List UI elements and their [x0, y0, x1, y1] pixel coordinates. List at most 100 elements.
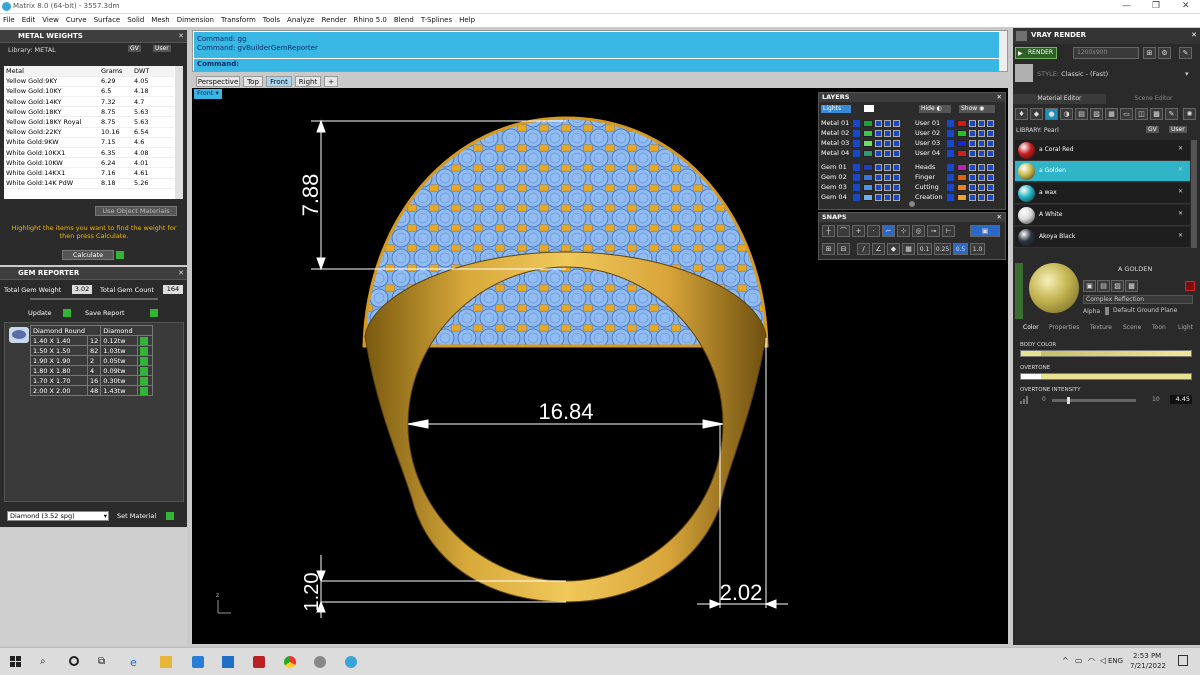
lock-icon[interactable] — [875, 120, 882, 127]
update-go-icon[interactable] — [63, 309, 71, 317]
metal-table-scrollbar[interactable] — [175, 66, 183, 199]
snap-angle-icon[interactable]: ∠ — [872, 243, 885, 255]
material-metal-icon[interactable]: ◑ — [1060, 108, 1073, 120]
tab-scene[interactable]: Scene — [1123, 324, 1141, 331]
user-button[interactable]: User — [153, 45, 171, 52]
material-item[interactable]: a Coral Red ✕ — [1015, 140, 1190, 161]
layer-toggle-icon[interactable] — [893, 184, 900, 191]
material-grid-icon[interactable]: ▦ — [1105, 108, 1118, 120]
layer-select-icon[interactable] — [947, 140, 954, 147]
material-plane-icon[interactable]: ▭ — [1120, 108, 1133, 120]
menu-analyze[interactable]: Analyze — [284, 14, 319, 24]
tab-right[interactable]: Right — [295, 76, 321, 87]
render-save-icon[interactable]: ⊞ — [1143, 47, 1156, 59]
chevron-down-icon[interactable]: ▾ — [1185, 70, 1189, 78]
gem-slider-track[interactable] — [30, 298, 158, 300]
snap-project-icon[interactable]: ⊞ — [822, 243, 835, 255]
layer-select-icon[interactable] — [947, 120, 954, 127]
reflection-select[interactable]: Complex Reflection — [1083, 295, 1193, 304]
eye-icon[interactable] — [884, 174, 891, 181]
layer-toggle-icon[interactable] — [893, 194, 900, 201]
close-button[interactable]: ✕ — [1182, 1, 1190, 11]
lock-icon[interactable] — [969, 140, 976, 147]
eye-icon[interactable] — [884, 150, 891, 157]
tab-texture[interactable]: Texture — [1090, 324, 1112, 331]
material-pattern-icon[interactable]: ▧ — [1090, 108, 1103, 120]
layer-color-swatch[interactable] — [863, 174, 873, 181]
chevron-up-icon[interactable]: ^ — [1062, 656, 1069, 665]
task-view-icon[interactable] — [69, 656, 81, 668]
layer-row[interactable]: Gem 01 — [821, 163, 911, 173]
menu-transform[interactable]: Transform — [218, 14, 260, 24]
snap-end-icon[interactable]: ⌐ — [882, 225, 895, 237]
close-icon[interactable]: ✕ — [178, 30, 184, 43]
table-row[interactable]: Yellow Gold:18KY Royal 8.75 5.63 — [4, 116, 174, 128]
layer-color-swatch[interactable] — [863, 150, 873, 157]
chrome-icon[interactable] — [284, 656, 296, 668]
select-gem-icon[interactable] — [139, 346, 148, 355]
store-icon[interactable] — [192, 656, 204, 668]
snap-point-icon[interactable]: · — [867, 225, 880, 237]
layer-toggle-icon[interactable] — [987, 184, 994, 191]
eye-icon[interactable] — [884, 184, 891, 191]
layer-color-swatch[interactable] — [957, 140, 967, 147]
table-row[interactable]: 1.70 X 1.70 16 0.30tw — [30, 375, 154, 386]
lock-icon[interactable] — [875, 184, 882, 191]
rhino-icon[interactable] — [314, 656, 326, 668]
table-row[interactable]: White Gold:10KX1 6.35 4.08 — [4, 147, 174, 159]
layer-color-swatch[interactable] — [863, 194, 873, 201]
render-settings-icon[interactable]: ⚙ — [1158, 47, 1171, 59]
eye-icon[interactable] — [978, 150, 985, 157]
layer-select-icon[interactable] — [853, 184, 860, 191]
command-scrollbar[interactable] — [999, 31, 1007, 71]
use-object-materials-checkbox[interactable]: Use Object Materials — [95, 206, 177, 216]
render-tool-icon[interactable]: ✎ — [1179, 47, 1192, 59]
close-icon[interactable]: ✕ — [997, 213, 1002, 221]
remove-material-icon[interactable]: ✕ — [1178, 145, 1183, 152]
table-row[interactable]: 1.80 X 1.80 4 0.09tw — [30, 365, 154, 376]
layer-select-icon[interactable] — [947, 184, 954, 191]
material-list-scrollbar[interactable] — [1191, 140, 1197, 248]
eye-icon[interactable] — [884, 194, 891, 201]
snap-grid-step-icon[interactable]: ▦ — [902, 243, 915, 255]
table-row[interactable]: 1.90 X 1.90 2 0.05tw — [30, 355, 154, 366]
lock-icon[interactable] — [969, 174, 976, 181]
layer-select-icon[interactable] — [853, 140, 860, 147]
select-gem-icon[interactable] — [139, 356, 148, 365]
table-row[interactable]: 2.00 X 2.00 48 1.43tw — [30, 385, 154, 396]
layer-row[interactable]: Metal 03 — [821, 139, 911, 149]
lock-icon[interactable] — [969, 130, 976, 137]
layer-row[interactable]: Cutting — [915, 183, 1005, 193]
layer-select-icon[interactable] — [853, 174, 860, 181]
material-shade-icon[interactable]: ◫ — [1135, 108, 1148, 120]
minimize-button[interactable]: — — [1122, 1, 1131, 11]
layer-row[interactable]: Heads — [915, 163, 1005, 173]
layer-toggle-icon[interactable] — [893, 130, 900, 137]
preview-collapse-handle[interactable] — [1015, 263, 1023, 319]
tab-color[interactable]: Color — [1023, 324, 1039, 331]
material-item[interactable]: a Golden ✕ — [1015, 161, 1190, 182]
material-texture-icon[interactable]: ▤ — [1075, 108, 1088, 120]
preview-reset-icon[interactable] — [1185, 281, 1195, 291]
layer-color-swatch[interactable] — [863, 140, 873, 147]
snap-quad-icon[interactable]: ⊢ — [942, 225, 955, 237]
snap-perp-icon[interactable]: + — [852, 225, 865, 237]
menu-file[interactable]: File — [0, 14, 19, 24]
eye-icon[interactable] — [978, 140, 985, 147]
remove-material-icon[interactable]: ✕ — [1178, 166, 1183, 173]
intensity-value[interactable]: 4.45 — [1170, 395, 1192, 404]
menu-surface[interactable]: Surface — [91, 14, 125, 24]
layer-select-icon[interactable] — [853, 120, 860, 127]
windows-start-icon[interactable] — [10, 656, 22, 668]
layer-select-icon[interactable] — [853, 130, 860, 137]
set-material-button[interactable]: Set Material — [117, 512, 156, 520]
table-row[interactable]: 1.50 X 1.50 82 1.03tw — [30, 345, 154, 356]
table-row[interactable]: Yellow Gold:10KY 6.5 4.18 — [4, 86, 174, 98]
add-viewport-tab[interactable]: + — [324, 76, 338, 87]
ground-plane-select[interactable]: Default Ground Plane — [1113, 307, 1177, 314]
lock-icon[interactable] — [875, 150, 882, 157]
overtone-slider[interactable] — [1020, 373, 1192, 380]
layer-row[interactable]: Creation — [915, 193, 1005, 203]
render-button[interactable]: ▶ RENDER — [1015, 47, 1057, 59]
layer-select-icon[interactable] — [947, 130, 954, 137]
